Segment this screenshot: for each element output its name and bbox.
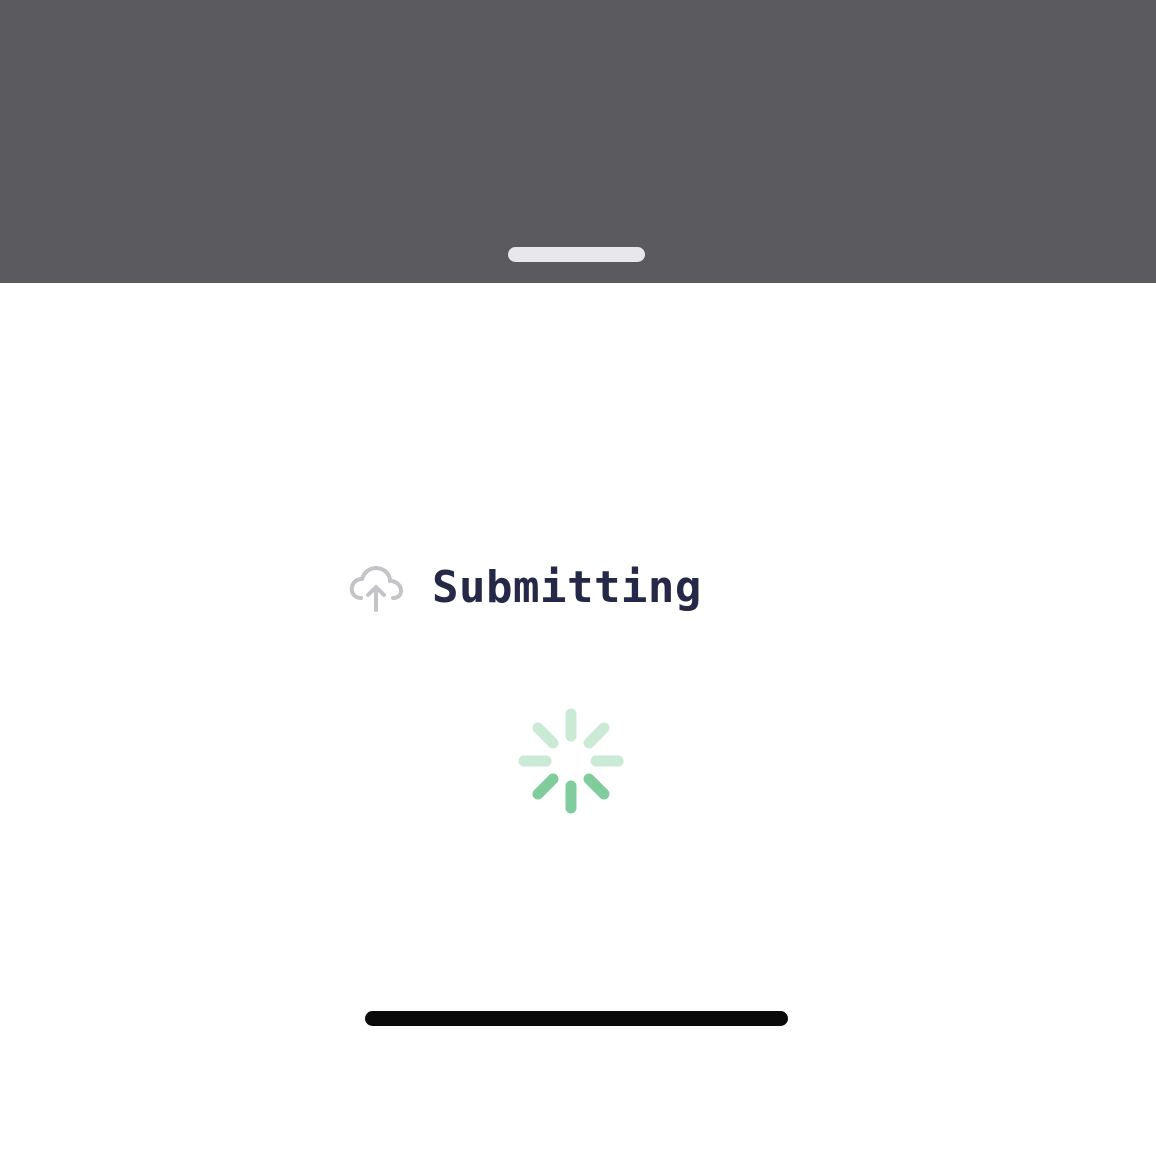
status-title: Submitting xyxy=(432,562,702,613)
spinner-icon xyxy=(516,706,626,816)
submitting-status: Submitting xyxy=(348,560,702,616)
dimmed-backdrop[interactable] xyxy=(0,0,1156,283)
sheet-grabber-handle[interactable] xyxy=(508,247,645,262)
home-indicator[interactable] xyxy=(365,1011,788,1026)
cloud-upload-icon xyxy=(348,562,404,614)
